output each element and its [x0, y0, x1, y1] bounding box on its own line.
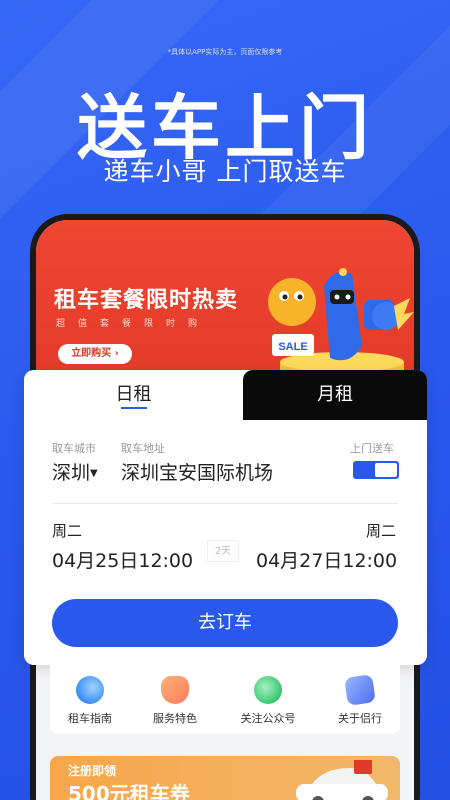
- wechat-icon: [254, 676, 282, 704]
- city-label: 取车城市: [52, 442, 96, 455]
- rental-duration: 2天: [207, 540, 239, 562]
- address-field[interactable]: 深圳宝安国际机场: [121, 458, 273, 485]
- subheadline: 递车小哥 上门取送车: [103, 157, 347, 186]
- coupon-banner[interactable]: 注册即领 500元租车券: [50, 756, 400, 800]
- car-illustration: [296, 760, 388, 800]
- delivery-label: 上门送车: [350, 442, 394, 455]
- disclaimer-text: *具体以APP实际为主，页面仅限参考: [167, 48, 283, 56]
- return-weekday: 周二: [366, 522, 397, 540]
- banner-subtitle: 超值套餐限时购: [56, 319, 211, 329]
- tab-monthly-label: 月租: [317, 384, 353, 405]
- pickup-datetime[interactable]: 04月25日12:00: [52, 546, 193, 573]
- about-icon: [344, 674, 376, 706]
- chevron-down-icon: ▼: [90, 468, 98, 479]
- delivery-toggle[interactable]: [353, 461, 399, 479]
- city-value: 深圳: [52, 462, 91, 484]
- tab-daily-rental[interactable]: 日租: [24, 370, 243, 420]
- service-item-about[interactable]: 关于侣行: [320, 674, 400, 726]
- service-label: 关注公众号: [240, 712, 296, 725]
- divider: [52, 503, 398, 504]
- service-label: 服务特色: [153, 712, 197, 725]
- service-label: 租车指南: [68, 712, 112, 725]
- guide-icon: [76, 676, 104, 704]
- booking-card: 日租 月租 取车城市 深圳▼ 取车地址 深圳宝安国际机场 上门送车 周二 04月…: [24, 370, 427, 665]
- service-item-features[interactable]: 服务特色: [135, 676, 215, 726]
- sale-tag: SALE: [278, 341, 307, 353]
- promo-banner[interactable]: 租车套餐限时热卖 超值套餐限时购 立即购买 › SALE: [36, 220, 414, 390]
- coupon-line1: 注册即领: [68, 764, 117, 778]
- coupon-line2: 500元租车券: [68, 782, 190, 800]
- tab-daily-label: 日租: [115, 384, 152, 405]
- toggle-knob: [375, 463, 397, 477]
- mascot-illustration: SALE: [268, 268, 414, 384]
- return-datetime[interactable]: 04月27日12:00: [256, 546, 397, 573]
- banner-title: 租车套餐限时热卖: [54, 288, 239, 313]
- feature-icon: [161, 676, 189, 704]
- buy-now-button[interactable]: 立即购买 ›: [58, 344, 132, 364]
- service-item-guide[interactable]: 租车指南: [50, 676, 130, 726]
- order-car-button[interactable]: 去订车: [52, 599, 398, 647]
- tab-active-indicator: [121, 407, 147, 409]
- address-label: 取车地址: [121, 442, 165, 455]
- city-selector[interactable]: 深圳▼: [52, 458, 98, 485]
- service-item-wechat[interactable]: 关注公众号: [228, 676, 308, 726]
- pickup-weekday: 周二: [52, 522, 83, 540]
- tab-monthly-rental[interactable]: 月租: [243, 370, 427, 420]
- service-label: 关于侣行: [338, 712, 382, 725]
- services-bar: 租车指南 服务特色 关注公众号 关于侣行: [50, 664, 400, 734]
